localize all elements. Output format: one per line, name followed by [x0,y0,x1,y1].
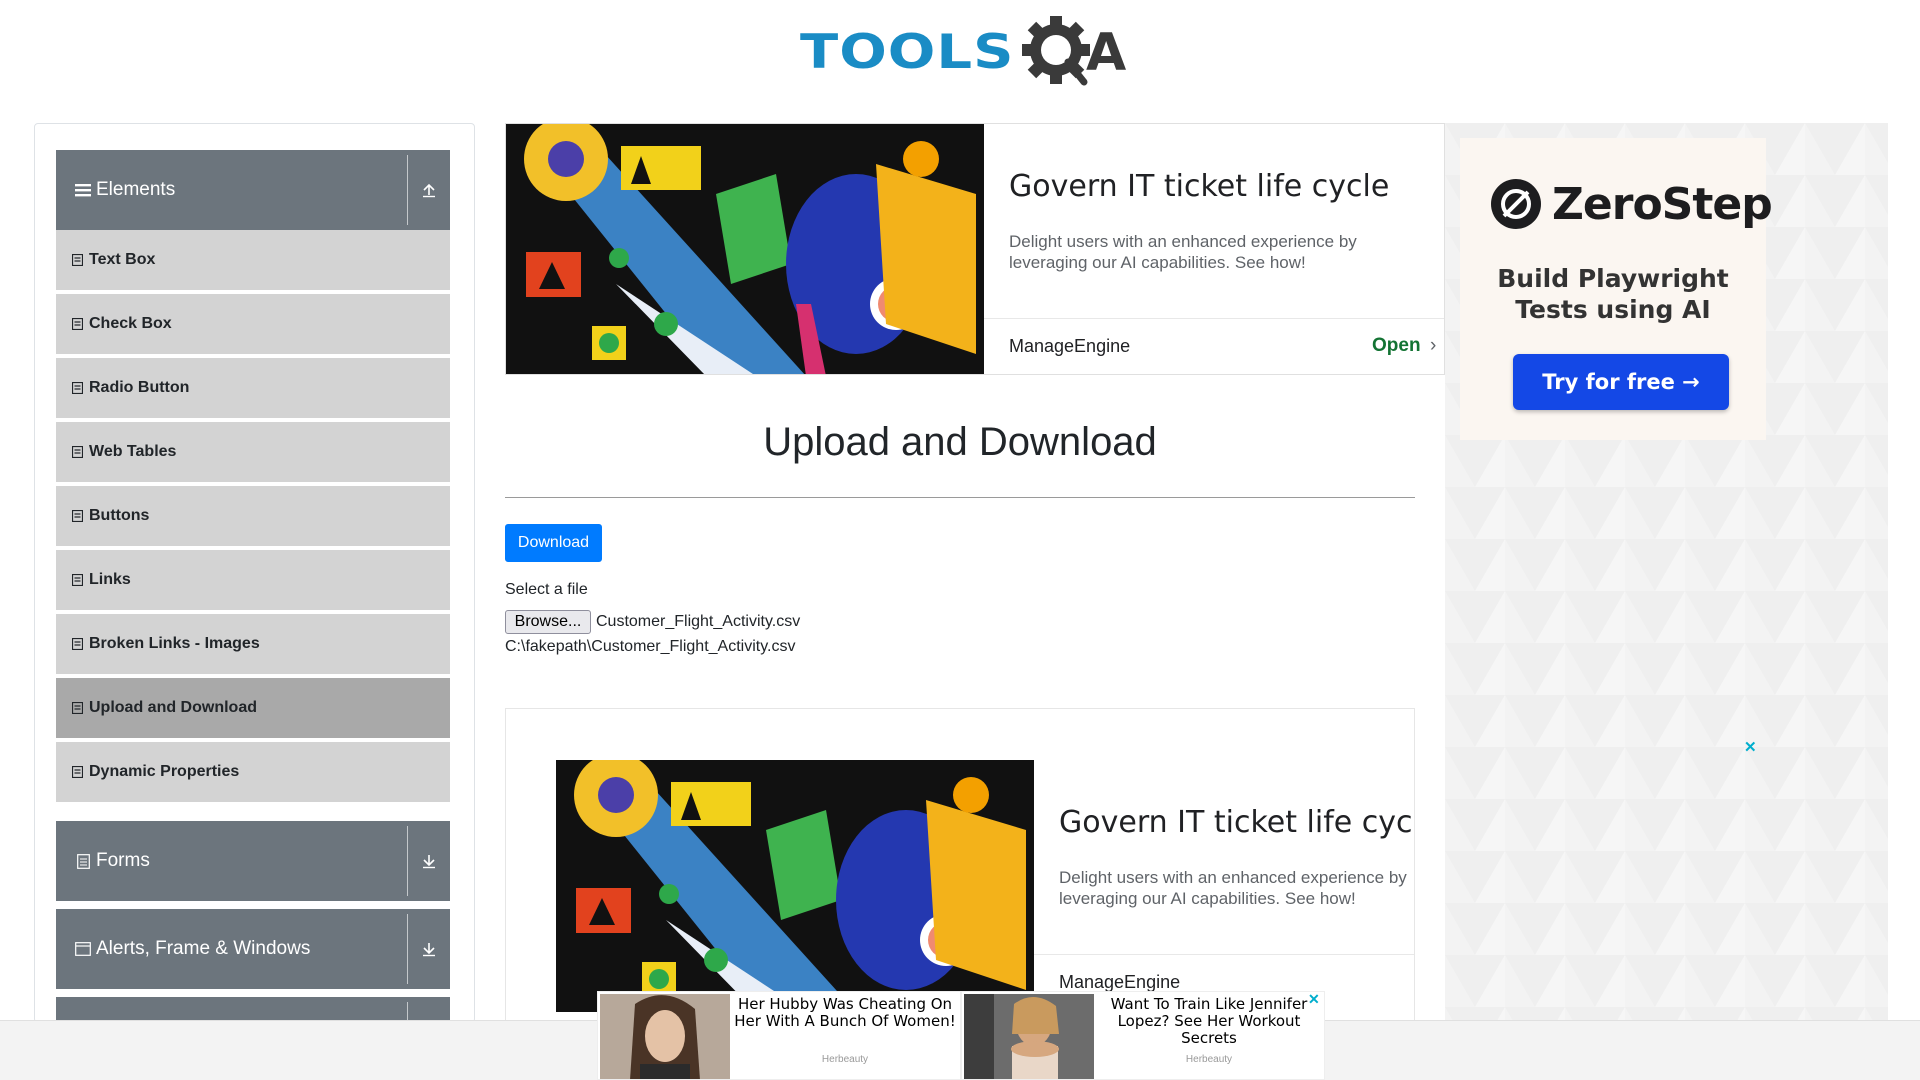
ad-headline: Want To Train Like Jennifer Lopez? See H… [1110,995,1308,1047]
sidebar-item-label: Links [89,571,131,588]
ad-banner-top[interactable]: Govern IT ticket life cycle Delight user… [505,123,1445,375]
zerostep-name: ZeroStep [1552,178,1773,230]
ad-title: Govern IT ticket life cycle [1009,169,1390,204]
group-label: Alerts, Frame & Windows [96,938,311,959]
toolsqa-logo[interactable]: TOOLS A [800,12,1136,92]
gear-magnifier-icon: A [1022,16,1127,86]
divider [1034,954,1414,955]
selected-file-name: Customer_Flight_Activity.csv [596,613,801,630]
bottom-ad-1[interactable]: Her Hubby Was Cheating On Her With A Bun… [597,991,961,1080]
header: TOOLS A [0,0,1920,100]
try-for-free-button[interactable]: Try for free → [1513,354,1729,410]
left-sidebar: Elements Text Box Check Box Radio Button… [34,123,475,1023]
ad-description: Delight users with an enhanced experienc… [1059,868,1407,908]
browse-file-button[interactable]: Browse... [505,610,591,634]
divider [984,318,1444,319]
collapse-up-icon[interactable] [408,150,450,230]
list-icon [70,445,84,459]
form-icon [74,853,92,869]
sidebar-item-label: Text Box [89,251,156,268]
sidebar-item-label: Buttons [89,507,150,524]
sidebar-item-label: Web Tables [89,443,177,460]
list-icon [70,765,84,779]
logo-tools-text: TOOLS [800,24,1015,80]
svg-text:A: A [1086,23,1126,83]
ad-title: Govern IT ticket life cycle [1059,805,1415,840]
sidebar-item-label: Upload and Download [89,699,257,716]
divider [505,497,1415,498]
sidebar-item-dynamic-properties[interactable]: Dynamic Properties [56,742,450,803]
list-icon [70,509,84,523]
ad-headline: Her Hubby Was Cheating On Her With A Bun… [734,995,956,1030]
group-elements[interactable]: Elements [56,150,450,230]
ad-brand: ManageEngine [1009,336,1131,356]
sidebar-item-radio-button[interactable]: Radio Button [56,358,450,419]
tagline-line: Tests using AI [1515,295,1711,324]
bottom-ad-2[interactable]: Want To Train Like Jennifer Lopez? See H… [961,991,1325,1080]
page-title: Upload and Download [763,420,1157,464]
sidebar-item-buttons[interactable]: Buttons [56,486,450,547]
uploaded-file-path: C:\fakepath\Customer_Flight_Activity.csv [505,638,796,655]
zerostep-tagline: Build Playwright Tests using AI [1460,263,1766,325]
sidebar-item-label: Dynamic Properties [89,763,240,780]
ad-banner-content: Govern IT ticket life cycle Delight user… [556,760,1415,1012]
list-icon [70,701,84,715]
list-icon [70,253,84,267]
ad-thumbnail [964,994,1094,1079]
download-button[interactable]: Download [505,524,602,562]
ad-brand: ManageEngine [1059,972,1181,992]
list-icon [70,381,84,395]
sidebar-item-label: Check Box [89,315,172,332]
close-icon[interactable]: ✕ [1308,991,1320,1008]
page: TOOLS A Elements Text Box Check Box Radi… [0,0,1920,1080]
ad-thumbnail [600,994,730,1079]
sidebar-item-label: Broken Links - Images [89,635,260,652]
logo-qa-mark: A [1016,12,1136,92]
group-label: Forms [96,850,150,871]
sidebar-item-label: Radio Button [89,379,190,396]
sidebar-item-broken-links[interactable]: Broken Links - Images [56,614,450,675]
right-ad-panel: ZeroStep Build Playwright Tests using AI… [1445,123,1888,1023]
list-icon [70,317,84,331]
ad-source: Herbeauty [1185,1054,1233,1065]
list-icon [70,573,84,587]
sidebar-item-links[interactable]: Links [56,550,450,611]
zerostep-logo-icon [1491,179,1541,229]
expand-down-icon[interactable] [408,821,450,901]
ad-illustration [556,760,1034,1012]
sidebar-item-check-box[interactable]: Check Box [56,294,450,355]
tagline-line: Build Playwright [1497,264,1729,293]
sidebar-item-web-tables[interactable]: Web Tables [56,422,450,483]
ad-description: Delight users with an enhanced experienc… [1009,232,1357,272]
ad-open-link[interactable]: Open [1372,335,1421,357]
sidebar-item-text-box[interactable]: Text Box [56,230,450,291]
sidebar-item-upload-download[interactable]: Upload and Download [56,678,450,739]
zerostep-brand: ZeroStep [1490,178,1773,230]
group-label: Elements [96,179,176,200]
expand-down-icon[interactable] [408,909,450,989]
group-alerts-frame-windows[interactable]: Alerts, Frame & Windows [56,909,450,989]
chevron-right-icon: › [1430,335,1437,356]
group-forms[interactable]: Forms [56,821,450,901]
upload-file-label: Select a file [505,581,588,598]
ad-illustration [506,124,984,374]
close-icon[interactable]: ✕ [1744,738,1757,756]
window-icon [74,941,92,957]
zerostep-ad-card[interactable]: ZeroStep Build Playwright Tests using AI… [1460,138,1773,440]
ad-source: Herbeauty [821,1054,869,1065]
hamburger-icon [74,182,92,198]
list-icon [70,637,84,651]
